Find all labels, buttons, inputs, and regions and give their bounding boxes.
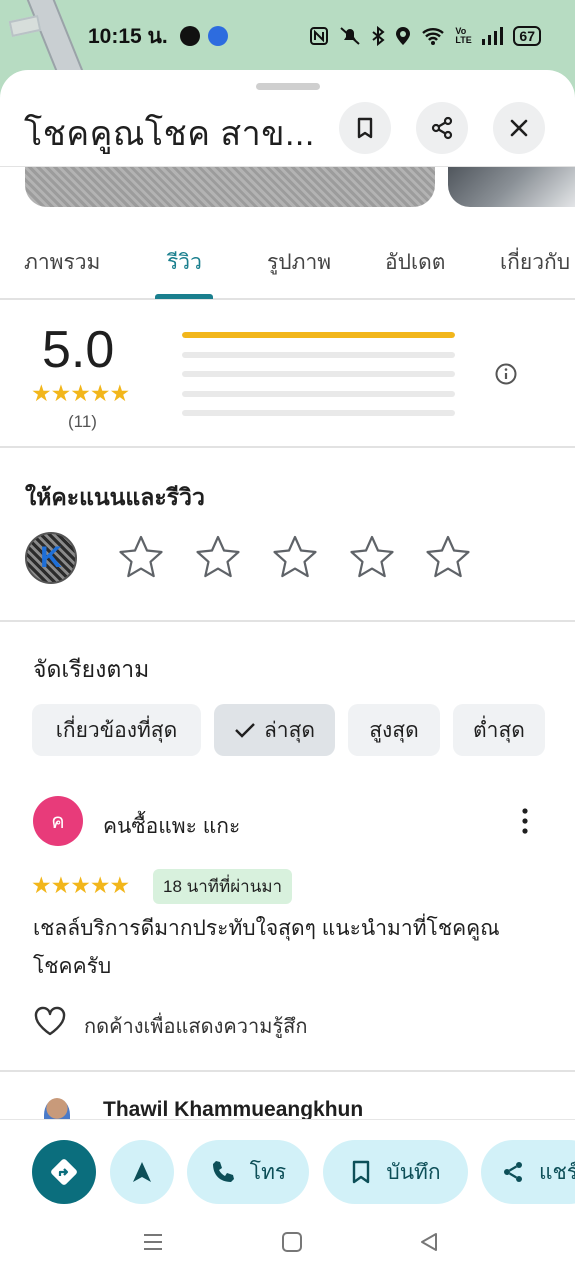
chip-label: สูงสุด: [369, 718, 419, 742]
chip-label: ล่าสุด: [263, 718, 316, 742]
more-vert-icon: [522, 808, 528, 834]
rating-bar-fill: [182, 332, 455, 338]
sort-chip-lowest[interactable]: ต่ำสุด: [453, 704, 545, 756]
share-place-button[interactable]: แชร์: [481, 1140, 575, 1204]
reaction-hint: กดค้างเพื่อแสดงความรู้สึก: [84, 1016, 308, 1038]
home-button[interactable]: [281, 1231, 303, 1258]
action-bar: โทร บันทึก แชร์: [0, 1119, 575, 1219]
reviewer-name[interactable]: คนซื้อแพะ แกะ: [103, 810, 240, 843]
signal-icon: [481, 26, 504, 46]
share-icon: [504, 1162, 522, 1182]
browser-app-icon: [207, 26, 228, 46]
rating-summary: 5.0 ★★★★★ (11): [0, 302, 575, 448]
rate-star-2[interactable]: [194, 534, 242, 580]
save-button[interactable]: บันทึก: [323, 1140, 468, 1204]
tab-photos[interactable]: รูปภาพ: [267, 246, 331, 279]
place-sheet: โชคคูณโชค สาข... ภาพรวม รีวิว รูปภาพ อัป…: [0, 70, 575, 1280]
rating-bar-5: [182, 332, 455, 338]
close-icon: [510, 119, 528, 137]
chip-label: เกี่ยวข้องที่สุด: [55, 718, 178, 742]
review-card: ค คนซื้อแพะ แกะ ★★★★★ 18 นาทีที่ผ่านมา เ…: [0, 796, 575, 1072]
nfc-icon: [309, 26, 329, 46]
sort-label: จัดเรียงตาม: [33, 656, 150, 682]
rating-bar-2: [182, 391, 455, 397]
home-square-icon: [282, 1232, 302, 1252]
rate-star-3[interactable]: [271, 534, 319, 580]
rating-bar-4: [182, 352, 455, 358]
react-button[interactable]: [33, 1006, 67, 1041]
average-stars: ★★★★★: [31, 380, 130, 406]
save-label: บันทึก: [386, 1160, 441, 1184]
tab-reviews[interactable]: รีวิว: [167, 246, 202, 279]
call-button[interactable]: โทร: [187, 1140, 309, 1204]
reviewer-avatar[interactable]: ค: [33, 796, 83, 846]
wifi-icon: [421, 26, 445, 46]
photo-strip[interactable]: [0, 166, 575, 208]
system-nav-bar: [0, 1219, 575, 1280]
active-tab-indicator: [155, 294, 213, 299]
back-button[interactable]: [418, 1231, 440, 1258]
tab-overview[interactable]: ภาพรวม: [24, 246, 100, 279]
review-text: เชลล์บริการดีมากประทับใจสุดๆ แนะนำมาที่โ…: [33, 917, 500, 978]
info-button[interactable]: [494, 362, 518, 391]
rating-bar-3: [182, 371, 455, 377]
navigation-arrow-icon: [133, 1162, 151, 1182]
place-header: โชคคูณโชค สาข...: [0, 100, 575, 166]
user-avatar: K: [25, 532, 77, 584]
back-triangle-icon: [421, 1233, 437, 1251]
review-count: (11): [68, 412, 97, 431]
location-icon: [395, 26, 411, 46]
tab-bar: ภาพรวม รีวิว รูปภาพ อัปเดต เกี่ยวกับ: [0, 230, 575, 300]
heart-icon: [34, 1006, 66, 1036]
sort-chip-relevant[interactable]: เกี่ยวข้องที่สุด: [32, 704, 201, 756]
bookmark-icon: [353, 1160, 370, 1184]
call-label: โทร: [249, 1160, 287, 1184]
place-photo[interactable]: [448, 167, 575, 207]
review-time-badge: 18 นาทีที่ผ่านมา: [153, 869, 293, 904]
info-icon: [495, 363, 517, 385]
rate-star-5[interactable]: [424, 534, 472, 580]
close-button[interactable]: [493, 102, 545, 154]
avatar-letter: ค: [51, 811, 65, 833]
sort-chip-highest[interactable]: สูงสุด: [348, 704, 440, 756]
tab-about[interactable]: เกี่ยวกับ: [500, 246, 570, 279]
review-stars: ★★★★★: [31, 872, 130, 898]
directions-icon: [51, 1159, 77, 1185]
share-label: แชร์: [539, 1160, 575, 1184]
status-icons: Vo LTE 67: [309, 26, 541, 46]
recents-button[interactable]: [142, 1231, 164, 1258]
line-app-icon: [179, 26, 200, 46]
share-button[interactable]: [416, 102, 468, 154]
phone-icon: [212, 1161, 234, 1182]
average-rating: 5.0: [42, 321, 115, 379]
rate-star-4[interactable]: [348, 534, 396, 580]
rating-bar-1: [182, 410, 455, 416]
status-bar: 10:15 น. Vo LTE 67: [0, 0, 575, 72]
check-icon: [235, 723, 255, 738]
network-type-label: Vo LTE: [455, 26, 472, 45]
rate-title: ให้คะแนนและรีวิว: [25, 484, 205, 510]
share-icon: [431, 116, 453, 140]
menu-icon: [144, 1234, 162, 1250]
rate-star-1[interactable]: [117, 534, 165, 580]
chip-label: ต่ำสุด: [473, 718, 525, 742]
battery-indicator: 67: [513, 26, 541, 46]
directions-button[interactable]: [32, 1140, 96, 1204]
review-more-button[interactable]: [515, 806, 535, 841]
start-navigation-button[interactable]: [110, 1140, 174, 1204]
avatar-letter: K: [40, 541, 62, 574]
place-title: โชคคูณโชค สาข...: [24, 115, 315, 153]
sort-chip-newest[interactable]: ล่าสุด: [214, 704, 335, 756]
place-photo[interactable]: [25, 167, 435, 207]
tab-updates[interactable]: อัปเดต: [385, 246, 445, 279]
status-time: 10:15 น.: [88, 24, 168, 48]
bookmark-button[interactable]: [339, 102, 391, 154]
bookmark-icon: [357, 117, 373, 139]
bluetooth-icon: [371, 26, 386, 46]
drag-handle[interactable]: [256, 83, 320, 90]
rate-and-review: ให้คะแนนและรีวิว K: [0, 450, 575, 622]
mute-icon: [339, 26, 361, 46]
